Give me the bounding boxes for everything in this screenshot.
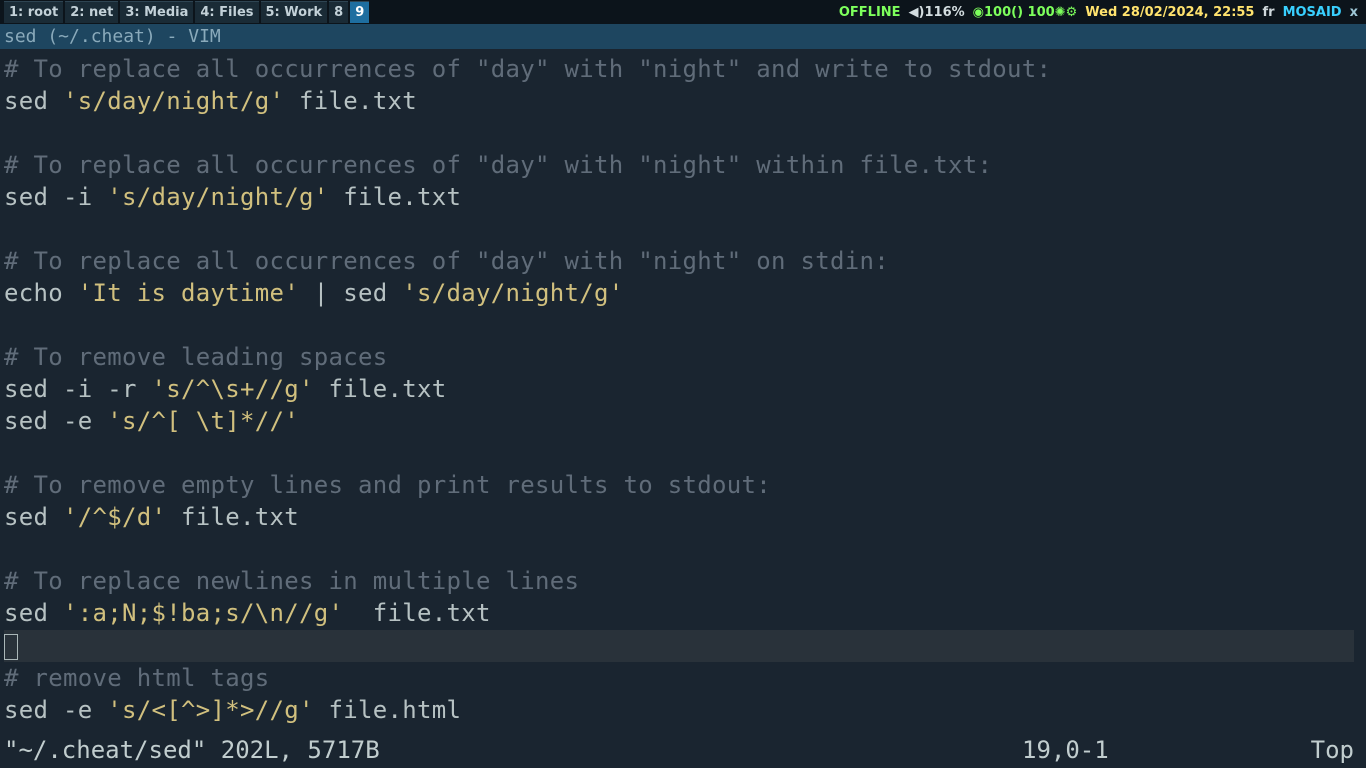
code-line: echo 'It is daytime' | sed 's/day/night/… [4, 277, 1362, 309]
code-line: sed -i 's/day/night/g' file.txt [4, 181, 1362, 213]
cursor-line [4, 629, 1362, 662]
vim-cursor-pos: 19,0-1 [1022, 736, 1282, 764]
blank-line [4, 533, 1362, 565]
datetime: Wed 28/02/2024, 22:55 [1085, 5, 1254, 20]
code-line: sed -e 's/^[ \t]*//' [4, 405, 1362, 437]
vim-scroll-pos: Top [1282, 736, 1362, 764]
workspace-4[interactable]: 4: Files [195, 1, 258, 23]
workspace-5[interactable]: 5: Work [261, 1, 328, 23]
code-line: sed -e 's/<[^>]*>//g' file.html [4, 694, 1362, 726]
window-title: sed (~/.cheat) - VIM [0, 24, 1366, 49]
battery-indicator: ◉100() 100✺⚙ [973, 5, 1078, 20]
code-line: sed ':a;N;$!ba;s/\n//g' file.txt [4, 597, 1362, 629]
code-line: # To replace all occurrences of "day" wi… [4, 53, 1362, 85]
status-right: OFFLINE ◀)116% ◉100() 100✺⚙ Wed 28/02/20… [839, 5, 1362, 20]
status-bar: 1: root 2: net 3: Media 4: Files 5: Work… [0, 0, 1366, 24]
code-line: # To replace all occurrences of "day" wi… [4, 245, 1362, 277]
workspace-8[interactable]: 8 [329, 1, 348, 23]
code-line: # To replace all occurrences of "day" wi… [4, 149, 1362, 181]
code-line: # To replace newlines in multiple lines [4, 565, 1362, 597]
code-line: # To remove leading spaces [4, 341, 1362, 373]
code-line: # To remove empty lines and print result… [4, 469, 1362, 501]
blank-line [4, 309, 1362, 341]
network-status: OFFLINE [839, 5, 901, 20]
code-line: # remove html tags [4, 662, 1362, 694]
cursor [4, 634, 18, 660]
user-label: MOSAID [1283, 5, 1342, 20]
workspace-list: 1: root 2: net 3: Media 4: Files 5: Work… [4, 1, 371, 23]
blank-line [4, 437, 1362, 469]
vim-file-info: "~/.cheat/sed" 202L, 5717B [4, 736, 1022, 764]
workspace-9[interactable]: 9 [350, 1, 369, 23]
battery-icon: ◉ [973, 5, 984, 20]
vim-status-line: "~/.cheat/sed" 202L, 5717B 19,0-1 Top [4, 736, 1362, 764]
keyboard-layout: fr [1262, 5, 1274, 20]
close-icon[interactable]: x [1350, 5, 1362, 20]
workspace-2[interactable]: 2: net [65, 1, 118, 23]
code-line: sed -i -r 's/^\s+//g' file.txt [4, 373, 1362, 405]
blank-line [4, 117, 1362, 149]
code-line: sed '/^$/d' file.txt [4, 501, 1362, 533]
workspace-1[interactable]: 1: root [4, 1, 63, 23]
blank-line [4, 213, 1362, 245]
volume-indicator: ◀)116% [909, 5, 965, 20]
editor-viewport[interactable]: # To replace all occurrences of "day" wi… [0, 49, 1366, 726]
workspace-3[interactable]: 3: Media [120, 1, 193, 23]
volume-icon: ◀) [909, 5, 925, 20]
code-line: sed 's/day/night/g' file.txt [4, 85, 1362, 117]
